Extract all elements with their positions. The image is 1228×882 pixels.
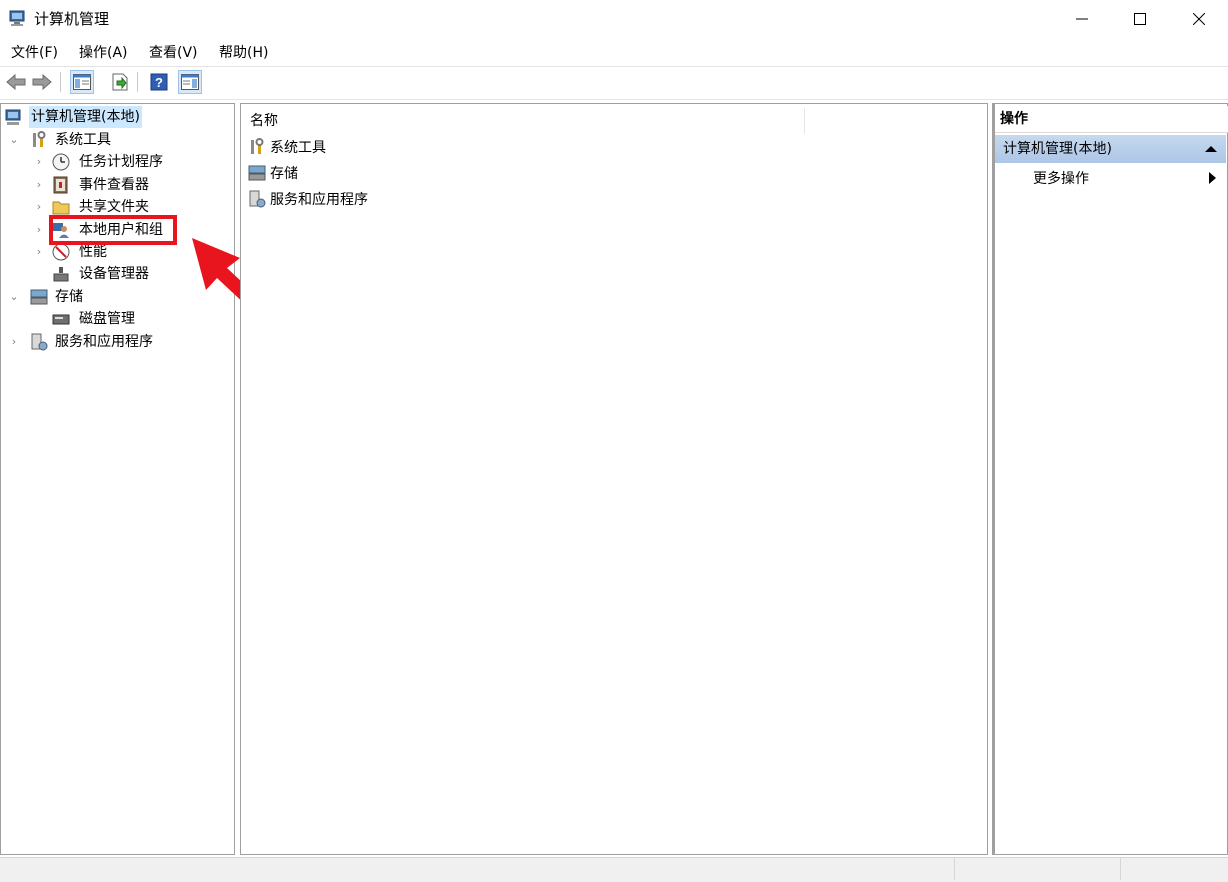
minimize-button[interactable]: [1053, 0, 1111, 38]
help-button[interactable]: ?: [147, 70, 171, 94]
performance-icon: [52, 243, 70, 261]
chevron-right-icon[interactable]: ›: [8, 331, 20, 353]
computer-management-icon: [5, 109, 21, 125]
list-item[interactable]: 存储: [247, 162, 447, 186]
chevron-right-icon[interactable]: ›: [33, 174, 45, 196]
export-list-button[interactable]: [108, 70, 132, 94]
chevron-right-icon[interactable]: ›: [33, 241, 45, 263]
console-tree-icon: [73, 74, 91, 90]
actions-header-label: 操作: [1000, 111, 1028, 127]
menu-action[interactable]: 操作(A): [79, 43, 128, 63]
tree-label: 磁盘管理: [79, 311, 135, 327]
menu-help[interactable]: 帮助(H): [219, 43, 268, 63]
tree-label: 任务计划程序: [79, 154, 163, 170]
content-pane: [240, 103, 988, 855]
toolbar-separator: [137, 72, 138, 92]
title-bar: [0, 0, 1228, 38]
window-title: 计算机管理: [34, 10, 110, 28]
maximize-icon: [1134, 13, 1146, 25]
storage-icon: [30, 289, 48, 305]
back-arrow-icon: [6, 74, 26, 90]
list-item[interactable]: 系统工具: [247, 136, 447, 160]
chevron-right-icon[interactable]: ›: [33, 151, 45, 173]
tools-icon: [33, 131, 46, 147]
computer-management-icon: [9, 10, 25, 26]
tree-label: 服务和应用程序: [55, 334, 153, 350]
clock-icon: [52, 153, 70, 171]
maximize-button[interactable]: [1111, 0, 1169, 38]
highlight-box: [49, 215, 177, 245]
list-item-label: 系统工具: [270, 140, 326, 156]
action-group-label: 计算机管理(本地): [1003, 141, 1112, 157]
chevron-right-icon[interactable]: ›: [33, 219, 45, 241]
collapse-up-icon[interactable]: [1205, 145, 1217, 153]
chevron-right-icon[interactable]: ›: [33, 196, 45, 218]
services-icon: [249, 190, 266, 208]
show-hide-action-pane-button[interactable]: [178, 70, 202, 94]
tree-item-root[interactable]: 计算机管理(本地): [4, 106, 154, 128]
tree-label: 计算机管理(本地): [29, 106, 142, 128]
action-pane-icon: [181, 74, 199, 90]
tree-item-storage[interactable]: ⌄ 存储: [8, 286, 208, 308]
back-button[interactable]: [4, 70, 28, 94]
minimize-icon: [1076, 18, 1088, 20]
list-item-label: 服务和应用程序: [270, 192, 368, 208]
status-divider: [954, 858, 955, 880]
status-bar: [0, 857, 1228, 882]
close-button[interactable]: [1170, 0, 1228, 38]
chevron-down-icon[interactable]: ⌄: [8, 286, 20, 308]
tools-icon: [251, 138, 264, 154]
list-item-label: 存储: [270, 166, 298, 182]
column-separator[interactable]: [804, 108, 805, 134]
help-icon: ?: [150, 73, 168, 91]
menu-file[interactable]: 文件(F): [11, 43, 58, 63]
tree-item-event-viewer[interactable]: › 事件查看器: [33, 174, 233, 196]
event-log-icon: [53, 176, 68, 194]
chevron-down-icon[interactable]: ⌄: [8, 129, 20, 151]
list-item[interactable]: 服务和应用程序: [247, 188, 447, 212]
forward-arrow-icon: [32, 74, 52, 90]
svg-text:?: ?: [155, 75, 163, 90]
tree-item-system-tools[interactable]: ⌄ 系统工具: [8, 129, 208, 151]
tree-label: 设备管理器: [79, 266, 149, 282]
tree-label: 事件查看器: [79, 177, 149, 193]
show-hide-tree-button[interactable]: [70, 70, 94, 94]
services-icon: [31, 333, 48, 351]
disk-icon: [52, 314, 70, 325]
actions-pane: [992, 103, 1228, 855]
forward-button[interactable]: [30, 70, 54, 94]
tree-item-services-apps[interactable]: › 服务和应用程序: [8, 331, 208, 353]
tree-label: 存储: [55, 289, 83, 305]
toolbar-separator: [60, 72, 61, 92]
menu-view[interactable]: 查看(V): [149, 43, 198, 63]
device-manager-icon: [53, 267, 69, 282]
column-header-name[interactable]: 名称: [250, 111, 278, 131]
status-divider: [1120, 858, 1121, 880]
actions-header: [995, 106, 1228, 133]
more-actions-item[interactable]: 更多操作: [1033, 169, 1089, 189]
export-icon: [112, 73, 128, 91]
submenu-arrow-icon: [1209, 172, 1216, 184]
storage-icon: [248, 165, 266, 181]
close-icon: [1193, 13, 1205, 25]
tree-item-task-scheduler[interactable]: › 任务计划程序: [33, 151, 233, 173]
shared-folder-icon: [52, 201, 70, 215]
tree-label: 系统工具: [55, 132, 111, 148]
